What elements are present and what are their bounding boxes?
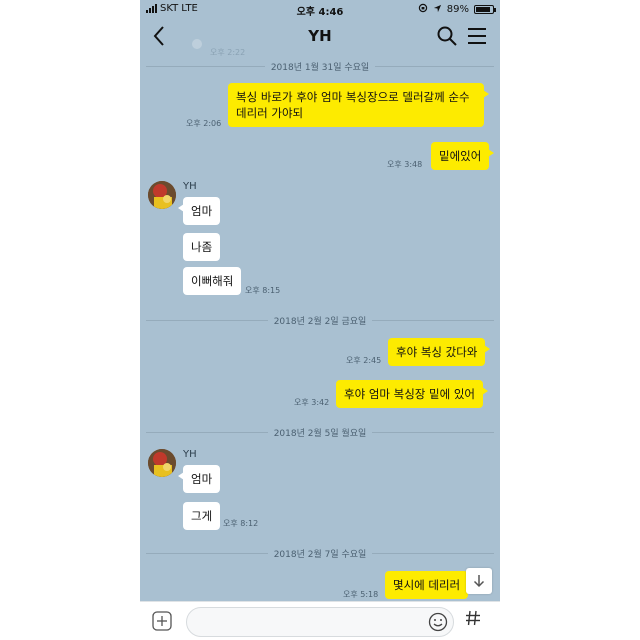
message-bubble-mine[interactable]: 몇시에 데리러 [385, 571, 474, 599]
lock-rotation-icon [418, 3, 428, 16]
message-time: 오후 3:48 [387, 160, 423, 169]
message-time: 오후 8:15 [245, 286, 281, 295]
avatar[interactable] [148, 181, 176, 209]
message-text-line: 복싱 바로가 후야 엄마 복싱장으로 델러갈께 순수 [236, 90, 470, 104]
message-text: 후야 복싱 갔다와 [396, 345, 478, 359]
battery-fill [476, 7, 491, 12]
message-time: 오후 2:06 [186, 119, 222, 128]
date-separator: 2018년 2월 2일 금요일 [146, 313, 494, 327]
location-icon [433, 4, 442, 16]
message-bubble-other[interactable]: 그게 [183, 502, 221, 530]
date-label: 2018년 2월 7일 수요일 [273, 549, 367, 560]
scroll-to-bottom-button[interactable] [466, 568, 492, 594]
status-right: 89% [418, 3, 496, 16]
message-time: 오후 3:42 [294, 398, 330, 407]
message-bubble-mine[interactable]: 후야 엄마 복싱장 밑에 있어 [336, 380, 489, 408]
chat-screen: SKT LTE 오후 4:46 89% 오후 2:22 YH 2018년 1월 … [140, 0, 500, 640]
emoji-button[interactable] [428, 612, 448, 632]
hash-icon [466, 610, 480, 626]
message-time: 오후 2:45 [346, 356, 382, 365]
message-bubble-mine[interactable]: 후야 복싱 갔다와 [388, 338, 491, 366]
message-text: 엄마 [191, 204, 213, 218]
plus-icon [152, 611, 172, 631]
message-text: 밑에있어 [439, 149, 482, 163]
message-text: 후야 엄마 복싱장 밑에 있어 [344, 387, 476, 401]
date-separator: 2018년 1월 31일 수요일 [146, 59, 495, 73]
chat-header: 오후 2:22 YH [140, 18, 500, 57]
message-bubble-mine[interactable]: 복싱 바로가 후야 엄마 복싱장으로 델러갈께 순수 데리러 가야되 [228, 83, 489, 127]
emoji-icon [428, 612, 448, 632]
message-input[interactable] [186, 607, 454, 637]
message-text-line: 데리러 가야되 [236, 106, 304, 120]
message-time: 오후 8:12 [223, 519, 259, 528]
message-text: 몇시에 데리러 [393, 578, 461, 592]
avatar[interactable] [148, 449, 176, 477]
message-bubble-other[interactable]: 나좀 [183, 233, 221, 261]
date-label: 2018년 2월 5일 월요일 [273, 428, 367, 439]
ghost-timestamp: 오후 2:22 [210, 48, 246, 57]
message-text: 그게 [191, 509, 213, 523]
search-icon [437, 26, 457, 46]
search-button[interactable] [436, 25, 458, 47]
date-separator: 2018년 2월 5일 월요일 [146, 425, 494, 439]
battery-icon [474, 5, 496, 14]
input-bar [140, 601, 500, 640]
battery-percent: 89% [446, 4, 469, 15]
sender-name: YH [183, 449, 197, 460]
date-label: 2018년 2월 2일 금요일 [273, 316, 367, 327]
message-bubble-other[interactable]: 엄마 [177, 197, 221, 225]
message-bubble-other[interactable]: 엄마 [177, 465, 221, 493]
date-separator: 2018년 2월 7일 수요일 [146, 546, 494, 560]
message-text: 나좀 [191, 240, 213, 254]
message-bubble-mine[interactable]: 밑에있어 [431, 142, 495, 170]
attach-button[interactable] [152, 611, 172, 631]
arrow-down-icon [473, 575, 485, 588]
sender-name: YH [183, 181, 197, 192]
message-bubble-other[interactable]: 이뻐해줘 [183, 267, 242, 295]
message-text: 이뻐해줘 [191, 274, 234, 288]
message-time: 오후 5:18 [343, 590, 379, 599]
date-label: 2018년 1월 31일 수요일 [270, 62, 370, 73]
status-bar: SKT LTE 오후 4:46 89% [140, 0, 500, 18]
menu-icon [468, 28, 486, 44]
hash-button[interactable] [462, 609, 484, 633]
message-text: 엄마 [191, 472, 213, 486]
menu-button[interactable] [466, 25, 488, 47]
